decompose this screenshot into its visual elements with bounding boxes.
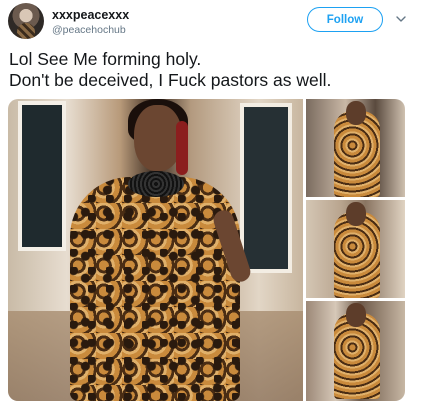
follow-button[interactable]: Follow — [307, 7, 383, 32]
person-dress — [70, 177, 240, 401]
tweet-text-line-1: Lol See Me forming holy. — [9, 49, 202, 69]
tweet-text-line-2: Don't be deceived, I Fuck pastors as wel… — [9, 70, 332, 90]
tweet-media-grid — [8, 99, 405, 401]
photo-side-1[interactable] — [306, 99, 405, 197]
mini-head — [346, 202, 366, 226]
avatar[interactable] — [8, 3, 44, 39]
photo-main[interactable] — [8, 99, 303, 401]
window-right — [240, 103, 292, 273]
photo-side-3[interactable] — [306, 301, 405, 401]
tweet-header: xxxpeacexxx @peacehochub Follow — [8, 3, 413, 41]
mini-head — [346, 303, 366, 327]
chevron-down-icon[interactable] — [394, 12, 408, 26]
tweet-text: Lol See Me forming holy. Don't be deceiv… — [9, 49, 409, 91]
window-left — [18, 101, 66, 251]
person-necklace — [128, 171, 184, 197]
photo-side-2[interactable] — [306, 200, 405, 298]
mini-head — [346, 101, 366, 125]
display-name[interactable]: xxxpeacexxx — [52, 8, 129, 22]
person-head — [134, 105, 182, 171]
user-handle[interactable]: @peacehochub — [52, 24, 126, 36]
person-hair-red — [176, 121, 188, 175]
